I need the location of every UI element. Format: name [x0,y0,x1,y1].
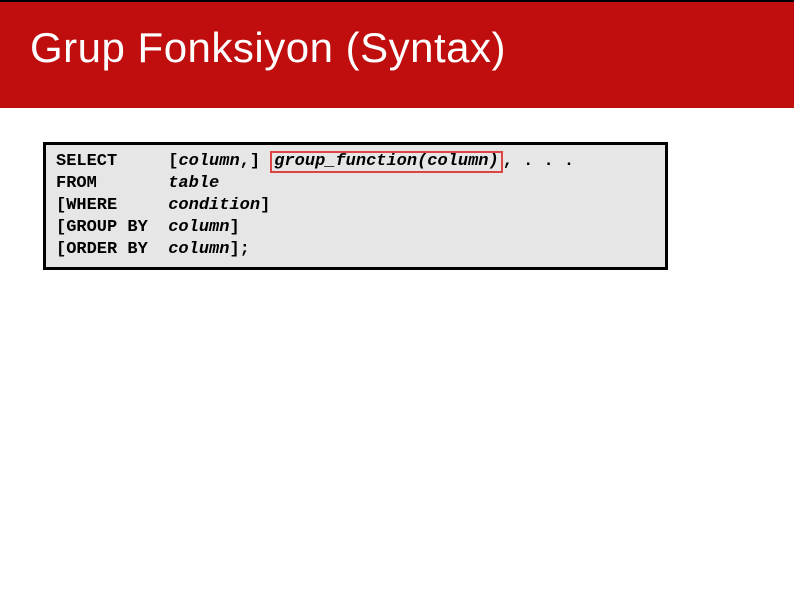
keyword-select: SELECT [56,152,117,171]
bracket-close: ,] [240,152,260,171]
code-line-where: [WHERE condition] [56,195,655,217]
keyword-from: FROM [56,174,97,193]
code-line-select: SELECT [column,] group_function(column),… [56,151,655,173]
condition-placeholder: condition [168,196,260,215]
bracket-open: [ [168,152,178,171]
code-line-from: FROM table [56,173,655,195]
keyword-orderby: [ORDER BY [56,240,148,259]
group-function-highlight: group_function(column) [270,151,502,173]
title-bar: Grup Fonksiyon (Syntax) [0,0,794,108]
where-close: ] [260,196,270,215]
slide-title: Grup Fonksiyon (Syntax) [30,24,506,72]
keyword-where: [WHERE [56,196,117,215]
column-placeholder: column [178,152,239,171]
table-placeholder: table [168,174,219,193]
group-column-placeholder: column [168,218,229,237]
code-line-orderby: [ORDER BY column]; [56,239,655,261]
order-close: ]; [229,240,249,259]
syntax-code-block: SELECT [column,] group_function(column),… [43,142,668,270]
keyword-groupby: [GROUP BY [56,218,148,237]
order-column-placeholder: column [168,240,229,259]
group-function-text: group_function(column) [274,152,498,171]
group-close: ] [229,218,239,237]
code-line-groupby: [GROUP BY column] [56,217,655,239]
select-trail: , . . . [503,152,574,171]
